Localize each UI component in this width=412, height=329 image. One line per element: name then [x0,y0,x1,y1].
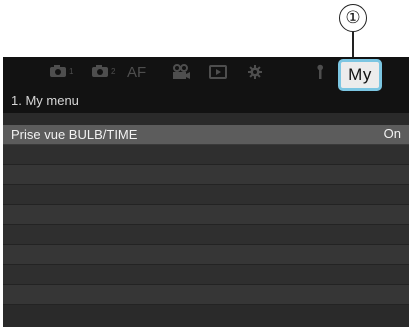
playback-icon [209,65,227,79]
tab-custom[interactable] [315,64,325,86]
menu-item-empty[interactable] [3,165,409,185]
tab-af[interactable]: AF [127,62,146,84]
menu-item-empty[interactable] [3,205,409,225]
callout-leader-line [352,32,354,57]
wrench-icon [317,64,323,79]
camera-icon [92,65,108,77]
menu-item-empty[interactable] [3,265,409,285]
tab-shooting-1-number: 1 [69,67,74,76]
camera-screen: 1 2 AF My 1. My menu Prise vue BULB/TIME… [3,57,409,327]
tab-settings[interactable] [247,64,263,86]
menu-item-empty[interactable] [3,285,409,305]
tab-my-menu[interactable]: My [338,59,382,91]
tab-shooting-2[interactable] [91,64,109,86]
menu-item-empty[interactable] [3,145,409,165]
tab-my-menu-label: My [348,65,372,84]
camera-icon [50,65,66,77]
menu-list: Prise vue BULB/TIME On [3,125,409,305]
tab-bar: 1 2 AF My 1. My menu [3,57,409,113]
page-title: 1. My menu [11,93,79,108]
menu-item-empty[interactable] [3,225,409,245]
video-camera-icon [173,64,190,79]
menu-item-empty[interactable] [3,185,409,205]
callout-number: ① [339,4,367,32]
menu-item-value: On [383,126,401,141]
tab-shooting-2-number: 2 [111,67,116,76]
menu-item-empty[interactable] [3,245,409,265]
gear-icon [248,65,262,79]
menu-item-label: Prise vue BULB/TIME [11,127,138,142]
tab-video[interactable] [171,64,191,86]
tab-playback[interactable] [209,64,227,86]
menu-item-bulb-time[interactable]: Prise vue BULB/TIME On [3,125,409,145]
tab-shooting-1[interactable] [49,64,67,86]
